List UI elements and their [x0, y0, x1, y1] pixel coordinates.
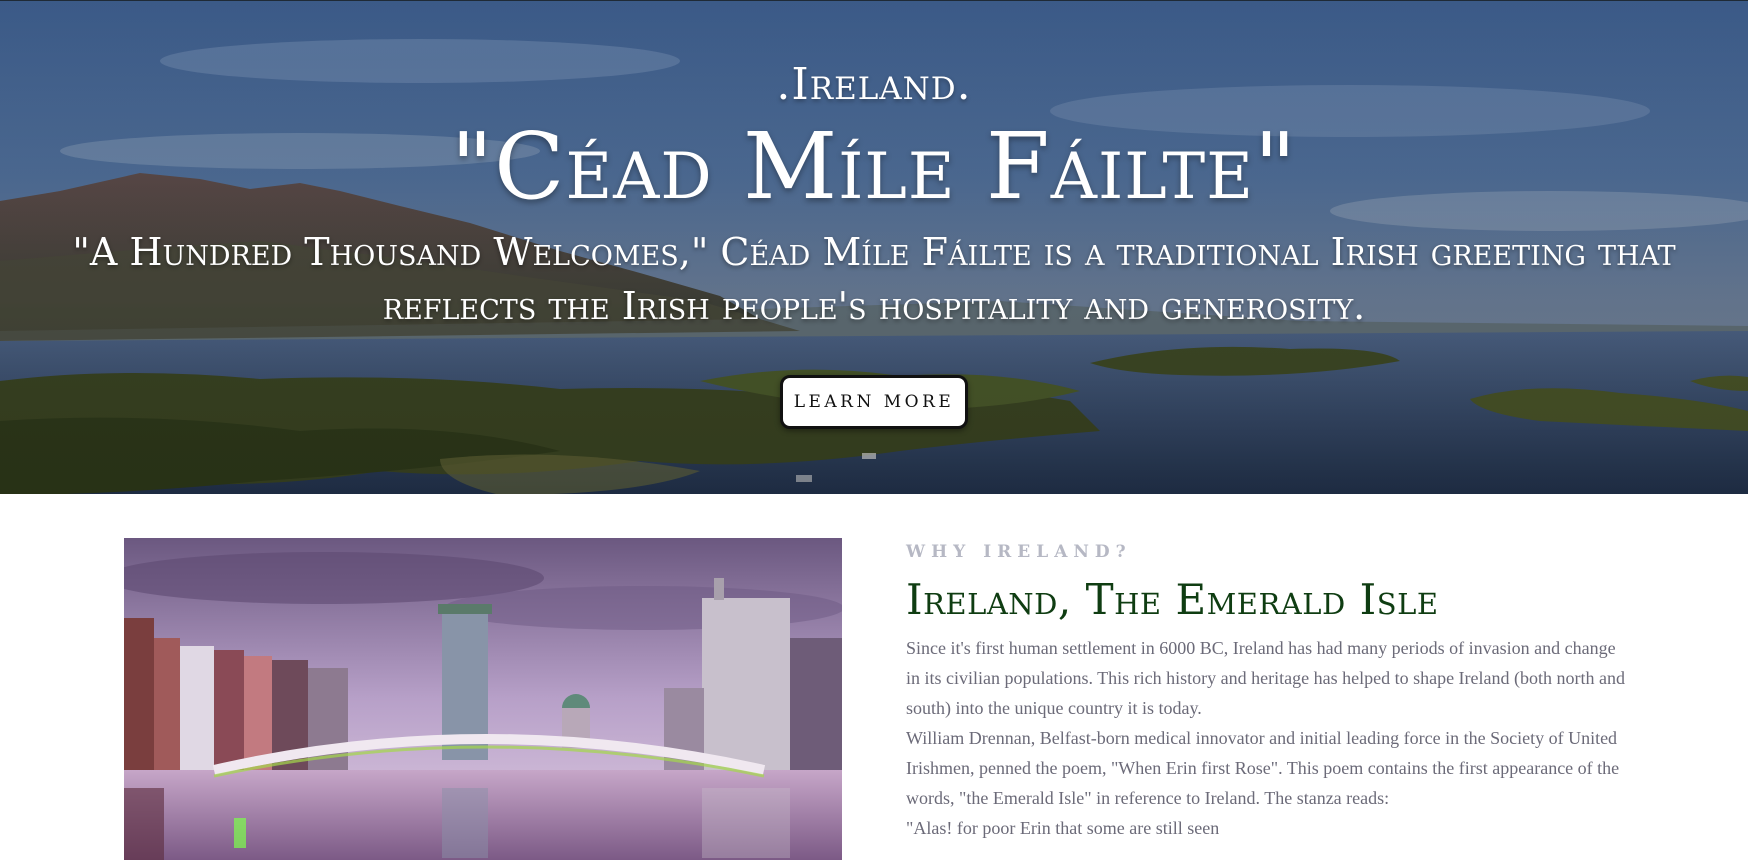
section-body: Since it's first human settlement in 600… — [906, 633, 1626, 843]
section-title: Ireland, The Emerald Isle — [906, 575, 1439, 624]
hero-title: "Céad Míle Fáilte" — [450, 113, 1298, 220]
learn-more-button[interactable]: Learn More — [780, 375, 968, 429]
dublin-city-photo — [124, 538, 842, 860]
body-paragraph: William Drennan, Belfast-born medical in… — [906, 728, 1620, 808]
site-brand: .Ireland. — [776, 59, 972, 110]
hero-subtitle: "A Hundred Thousand Welcomes," Céad Míle… — [72, 230, 1676, 328]
poem-stanza-line: "Alas! for poor Erin that some are still… — [906, 818, 1220, 838]
hero-banner: .Ireland. "Céad Míle Fáilte" "A Hundred … — [0, 0, 1748, 494]
section-eyebrow: Why Ireland? — [906, 542, 1132, 562]
body-paragraph: Since it's first human settlement in 600… — [906, 638, 1626, 718]
